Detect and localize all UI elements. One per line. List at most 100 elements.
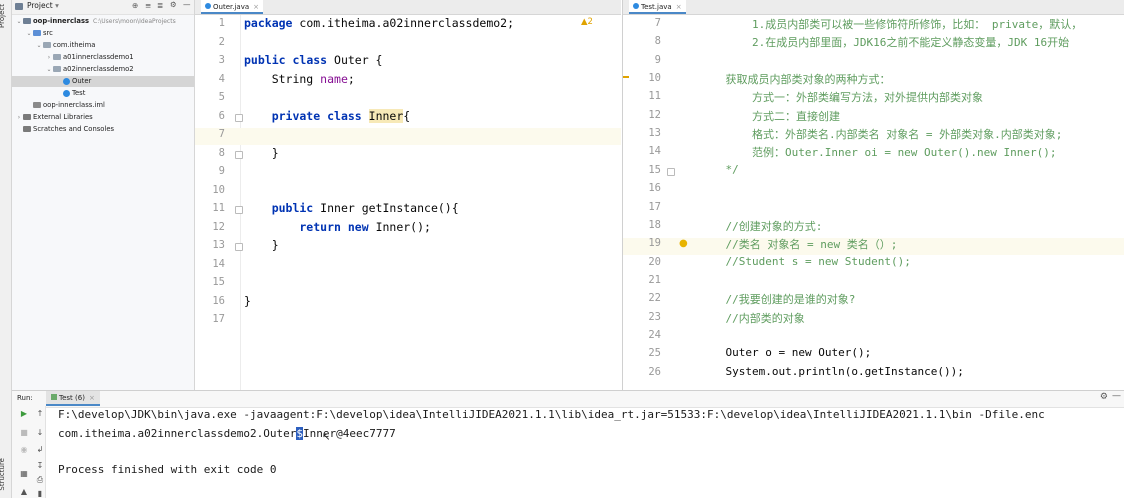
line-number: 10 (648, 72, 661, 85)
project-stripe-button[interactable]: Project (0, 4, 12, 28)
line-number: 21 (648, 273, 661, 286)
code-line[interactable]: 1.成员内部类可以被一些修饰符所修饰，比如： private，默认， (699, 16, 1082, 32)
tab-outer-java[interactable]: Outer.java × (201, 0, 263, 14)
right-tab-bar: Test.java × (623, 0, 1124, 15)
class-icon (63, 77, 70, 85)
tree-item-label: Test (72, 89, 86, 97)
code-line-3[interactable]: public class Outer { (244, 53, 382, 67)
tree-item[interactable]: Scratches and Consoles (12, 124, 194, 135)
line-number: 26 (648, 365, 661, 378)
code-line-6[interactable]: private class Inner{ (244, 109, 410, 123)
tree-item[interactable]: Test (12, 88, 194, 99)
fold-marker-icon[interactable] (235, 114, 243, 122)
project-view-selector[interactable]: Project ▾ (27, 1, 59, 10)
code-line[interactable]: //创建对象的方式: (699, 218, 822, 234)
run-tab[interactable]: Test (6) × (46, 391, 100, 406)
warning-indicator[interactable]: ▲2 (581, 17, 593, 27)
code-line[interactable]: Outer o = new Outer(); (699, 346, 871, 359)
console-command-line[interactable]: F:\develop\JDK\bin\java.exe -javaagent:F… (58, 408, 1045, 421)
console-exit-line[interactable]: Process finished with exit code 0 (58, 463, 277, 476)
code-line[interactable]: 2.在成员内部里面，JDK16之前不能定义静态变量，JDK 16开始 (699, 34, 1069, 50)
fold-marker-icon[interactable] (235, 151, 243, 159)
tree-item[interactable]: › External Libraries (12, 112, 194, 123)
code-line[interactable]: //类名 对象名 = new 类名（）; (699, 236, 897, 252)
tree-item[interactable]: oop-innerclass.iml (12, 100, 194, 111)
hide-panel-icon[interactable]: — (1112, 391, 1121, 401)
hide-panel-icon[interactable]: — (183, 0, 191, 9)
scroll-to-end-icon[interactable]: ↧ (34, 460, 46, 472)
gear-icon[interactable]: ⚙ (170, 0, 177, 9)
right-editor: Test.java × 7 8 9 10 11 12 13 14 15 16 17 18 19 20 21 22… (623, 0, 1124, 390)
layout-icon[interactable]: ▦ (18, 468, 30, 480)
code-line-1[interactable]: package com.itheima.a02innerclassdemo2; (244, 16, 514, 30)
code-line[interactable]: */ (699, 163, 738, 176)
fold-marker-icon[interactable] (235, 206, 243, 214)
code-line[interactable]: 获取成员内部类对象的两种方式： (699, 71, 890, 87)
code-line[interactable]: 方式二：直接创建 (699, 108, 840, 124)
code-line[interactable]: System.out.println(o.getInstance()); (699, 365, 963, 378)
chevron-down-icon[interactable]: ⌄ (35, 40, 43, 51)
expand-all-icon[interactable]: ≣ (157, 1, 163, 10)
line-number: 16 (648, 182, 661, 195)
chevron-right-icon[interactable]: › (45, 52, 53, 63)
code-line-12[interactable]: return new Inner(); (244, 220, 431, 234)
line-number: 9 (218, 165, 225, 177)
tree-item[interactable]: ⌄ a02innerclassdemo2 (12, 64, 194, 75)
rerun-icon[interactable]: ▶ (18, 408, 30, 420)
line-number: 12 (212, 220, 225, 233)
soft-wrap-icon[interactable]: ↲ (34, 444, 46, 456)
code-line[interactable]: 范例：Outer.Inner oi = new Outer().new Inne… (699, 144, 1057, 160)
gear-icon[interactable]: ⚙ (1100, 392, 1108, 402)
console-output-line[interactable]: com.itheima.a02innerclassdemo2.Outer$Inn… (58, 427, 396, 440)
code-line-8[interactable]: } (244, 146, 279, 160)
code-line-13[interactable]: } (244, 238, 279, 252)
close-tab-icon[interactable]: × (89, 394, 95, 402)
code-line-4[interactable]: String name; (244, 72, 355, 86)
run-config-icon (51, 394, 57, 400)
trash-icon[interactable]: ▮ (34, 488, 46, 500)
camera-icon[interactable]: ◉ (18, 444, 30, 456)
code-line-11[interactable]: public Inner getInstance(){ (244, 201, 459, 215)
tree-item[interactable]: ⌄ oop-innerclass C:\Users\moon\IdeaProject… (12, 16, 194, 27)
chevron-down-icon[interactable]: ⌄ (25, 28, 33, 39)
pin-icon[interactable]: ▲ (18, 486, 30, 498)
print-icon[interactable]: ⎙ (34, 474, 46, 486)
chevron-right-icon[interactable]: › (15, 112, 23, 123)
change-marker (623, 76, 629, 78)
library-icon (23, 114, 31, 120)
line-number: 8 (218, 146, 225, 159)
tree-item-label: oop-innerclass.iml (43, 101, 105, 109)
code-line[interactable]: 方式一：外部类编写方法，对外提供内部类对象 (699, 89, 983, 105)
code-line[interactable]: 格式：外部类名.内部类名 对象名 = 外部类对象.内部类对象; (699, 126, 1062, 142)
locate-icon[interactable]: ⊕ (132, 1, 138, 10)
line-number: 14 (212, 257, 225, 270)
line-number: 14 (648, 145, 661, 158)
tree-item[interactable]: Outer (12, 76, 194, 87)
project-panel: Project ▾ ⊕ ≡ ≣ ⚙ — ⌄ oop-innerclass C:\Us… (12, 0, 195, 390)
line-number: 3 (218, 54, 225, 66)
source-folder-icon (33, 30, 41, 36)
scroll-up-icon[interactable]: ↑ (34, 408, 46, 420)
chevron-down-icon[interactable]: ⌄ (45, 64, 53, 75)
code-line[interactable]: //内部类的对象 (699, 310, 804, 326)
close-tab-icon[interactable]: × (676, 3, 682, 11)
code-line[interactable]: //Student s = new Student(); (699, 255, 910, 268)
line-number: 23 (648, 310, 661, 323)
code-line-16[interactable]: } (244, 294, 251, 308)
fold-marker-icon[interactable] (235, 243, 243, 251)
chevron-down-icon[interactable]: ⌄ (15, 16, 23, 27)
iml-file-icon (33, 102, 41, 108)
intention-bulb-icon[interactable]: ● (679, 238, 688, 249)
close-tab-icon[interactable]: × (253, 3, 259, 11)
stop-icon[interactable]: ■ (18, 427, 30, 439)
fold-marker-icon[interactable] (667, 168, 675, 176)
tab-test-java[interactable]: Test.java × (629, 0, 686, 14)
tree-item[interactable]: ⌄ com.itheima (12, 40, 194, 51)
package-folder-icon (53, 66, 61, 72)
structure-stripe-button[interactable]: Structure (0, 458, 12, 491)
tree-item[interactable]: › a01innerclassdemo1 (12, 52, 194, 63)
tree-item[interactable]: ⌄ src (12, 28, 194, 39)
collapse-all-icon[interactable]: ≡ (145, 1, 151, 10)
code-line[interactable]: //我要创建的是谁的对象? (699, 291, 855, 307)
scroll-down-icon[interactable]: ↓ (34, 427, 46, 439)
